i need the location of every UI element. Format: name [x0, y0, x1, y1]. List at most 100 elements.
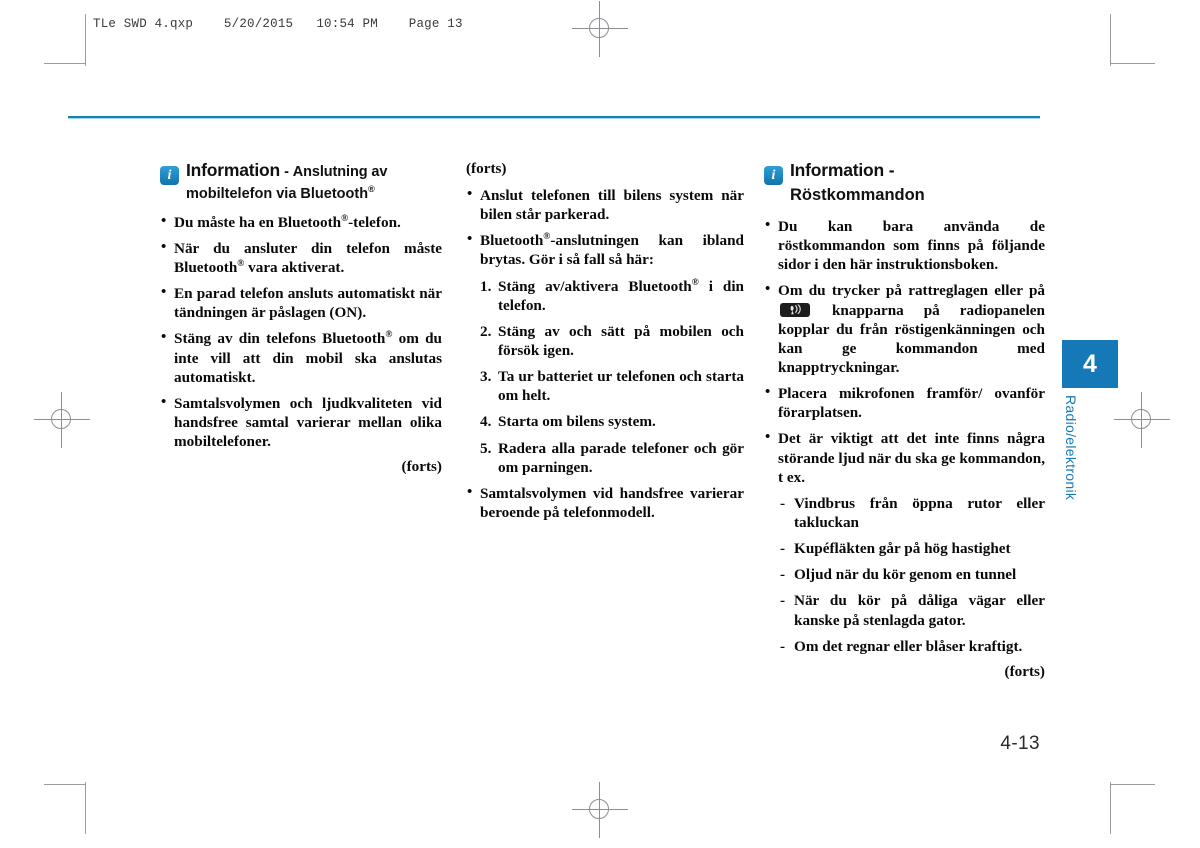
right-bullet-list: • Du kan bara använda de röstkommandon so… — [764, 217, 1045, 487]
list-item: 5. Radera alla parade telefoner och gör o… — [466, 439, 744, 477]
bullet-glyph: • — [765, 216, 771, 233]
list-item: • En parad telefon ansluts automatiskt nä… — [160, 284, 442, 322]
list-item-text: Samtalsvolymen och ljudkvaliteten vid ha… — [174, 394, 442, 451]
list-item-text: Stäng av/aktivera Bluetooth — [498, 277, 692, 295]
list-item-text: Du måste ha en Bluetooth — [174, 213, 342, 231]
right-heading-subtitle: Röstkommandon — [790, 186, 925, 204]
list-item: • Samtalsvolymen och ljudkvaliteten vid h… — [160, 394, 442, 451]
bullet-glyph: • — [765, 429, 771, 446]
middle-bullet-list: • Anslut telefonen till bilens system när… — [466, 186, 744, 270]
print-slug-line: TLe SWD 4.qxp 5/20/2015 10:54 PM Page 13 — [93, 17, 463, 31]
list-item-text: Om det regnar eller blåser kraftigt. — [794, 637, 1023, 655]
right-information-heading: i Information - Röstkommandon — [764, 160, 1045, 205]
list-item-number: 3. — [480, 368, 492, 386]
middle-continued-lead: (forts) — [466, 160, 507, 177]
list-item-text: Ta ur batteriet ur telefonen och starta … — [498, 368, 744, 405]
list-item: • Samtalsvolymen vid handsfree varierar b… — [466, 484, 744, 522]
list-item-text: Du kan bara använda de röstkommandon som… — [778, 217, 1045, 274]
list-item-number: 4. — [480, 413, 492, 431]
chapter-number: 4 — [1083, 350, 1097, 378]
list-item: - Om det regnar eller blåser kraftigt. — [764, 637, 1045, 656]
list-item-text: Starta om bilens system. — [498, 413, 656, 431]
list-item: - Oljud när du kör genom en tunnel — [764, 565, 1045, 584]
left-bullet-list: • Du måste ha en Bluetooth®-telefon. • När… — [160, 213, 442, 452]
chapter-tab: 4 — [1062, 340, 1118, 388]
list-item-text-post: vara aktiverat. — [244, 258, 345, 276]
left-information-heading: i Information - Anslutning av mobiltelefo… — [160, 160, 442, 203]
middle-bullet-list-tail: • Samtalsvolymen vid handsfree varierar b… — [466, 484, 744, 522]
right-column: i Information - Röstkommandon • Du kan bar… — [764, 160, 1045, 681]
left-heading-part1: Anslutning av — [292, 164, 388, 180]
crop-mark-top-left-vertical — [85, 14, 86, 66]
bullet-glyph: • — [161, 238, 167, 255]
list-item: • Stäng av din telefons Bluetooth® om du … — [160, 329, 442, 386]
crop-mark-bottom-left-horizontal — [44, 784, 86, 785]
information-icon: i — [764, 166, 783, 185]
list-item-text: Vindbrus från öppna rutor eller taklucka… — [794, 494, 1045, 531]
bullet-glyph: • — [467, 483, 473, 500]
list-item-text-post: knapparna på radiopanelen kopplar du frå… — [778, 301, 1045, 376]
list-item: 1. Stäng av/aktivera Bluetooth® i din tel… — [466, 277, 744, 315]
list-item-text: Stäng av och sätt på mobilen och försök … — [498, 322, 744, 359]
right-dash-list: - Vindbrus från öppna rutor eller takluck… — [764, 494, 1045, 656]
list-item-text: Det är viktigt att det inte finns några … — [778, 430, 1045, 486]
right-heading-title: Information - — [790, 160, 895, 180]
list-item: • När du ansluter din telefon måste Bluet… — [160, 239, 442, 277]
list-item: • Placera mikrofonen framför/ ovanför för… — [764, 384, 1045, 422]
information-icon: i — [160, 166, 179, 185]
list-item-text: Stäng av din telefons Bluetooth — [174, 330, 386, 348]
crop-mark-top-right-vertical — [1110, 14, 1111, 66]
bullet-glyph: • — [765, 384, 771, 401]
list-item: - När du kör på dåliga vägar eller kanske… — [764, 591, 1045, 629]
list-item: • Anslut telefonen till bilens system när… — [466, 186, 744, 224]
list-item-text: Radera alla parade telefoner och gör om … — [498, 439, 744, 476]
bullet-glyph: • — [161, 212, 167, 229]
list-item-text: Oljud när du kör genom en tunnel — [794, 566, 1017, 584]
right-heading-subtitle-wrap: Röstkommandon — [764, 186, 1045, 205]
list-item: • Bluetooth®-anslutningen kan ibland bryt… — [466, 231, 744, 269]
page-number: 4-13 — [1000, 733, 1040, 754]
list-item-text: Om du trycker på rattreglagen eller på — [778, 282, 1045, 300]
crop-mark-top-right-horizontal — [1111, 63, 1155, 64]
dash-glyph: - — [780, 540, 786, 558]
left-continued-note: (forts) — [401, 458, 442, 476]
list-item: 3. Ta ur batteriet ur telefonen och start… — [466, 367, 744, 405]
crop-mark-top-left-horizontal — [44, 63, 86, 64]
dash-glyph: - — [780, 566, 786, 584]
crop-mark-bottom-right-horizontal — [1111, 784, 1155, 785]
registration-mark-right — [1112, 390, 1172, 450]
right-continued-note: (forts) — [1004, 662, 1045, 680]
left-heading-registered-mark: ® — [368, 184, 375, 195]
list-item: • Om du trycker på rattreglagen eller på … — [764, 281, 1045, 377]
middle-numbered-list: 1. Stäng av/aktivera Bluetooth® i din tel… — [466, 277, 744, 477]
list-item-number: 5. — [480, 439, 492, 457]
dash-glyph: - — [780, 494, 786, 512]
chapter-label: Radio/elektronik — [1063, 395, 1079, 501]
list-item-text: En parad telefon ansluts automatiskt när… — [174, 285, 442, 322]
bullet-glyph: • — [161, 393, 167, 410]
left-column: i Information - Anslutning av mobiltelefo… — [160, 160, 442, 476]
left-heading-part2: mobiltelefon via Bluetooth — [186, 186, 369, 202]
list-item-text: Bluetooth — [480, 232, 544, 250]
crop-mark-bottom-right-vertical — [1110, 782, 1111, 834]
list-item-text: Samtalsvolymen vid handsfree varierar be… — [480, 484, 744, 521]
list-item: - Kupéfläkten går på hög hastighet — [764, 539, 1045, 558]
list-item: • Du måste ha en Bluetooth®-telefon. — [160, 213, 442, 232]
list-item-text: Placera mikrofonen framför/ ovanför föra… — [778, 385, 1045, 422]
crop-mark-bottom-left-vertical — [85, 782, 86, 834]
voice-recognition-key-icon — [780, 302, 810, 317]
middle-column: (forts) • Anslut telefonen till bilens sy… — [466, 160, 744, 529]
list-item: 2. Stäng av och sätt på mobilen och försö… — [466, 322, 744, 360]
list-item: 4. Starta om bilens system. — [466, 412, 744, 431]
registration-mark-bottom — [570, 780, 630, 840]
list-item: • Det är viktigt att det inte finns några… — [764, 429, 1045, 486]
left-heading-title: Information — [186, 160, 281, 180]
dash-glyph: - — [780, 592, 786, 610]
list-item: • Du kan bara använda de röstkommandon so… — [764, 217, 1045, 274]
bullet-glyph: • — [161, 284, 167, 301]
registration-mark-left — [32, 390, 92, 450]
bullet-glyph: • — [467, 186, 473, 202]
list-item-number: 1. — [480, 277, 492, 295]
bullet-glyph: • — [161, 329, 167, 346]
registered-mark: ® — [691, 277, 699, 288]
